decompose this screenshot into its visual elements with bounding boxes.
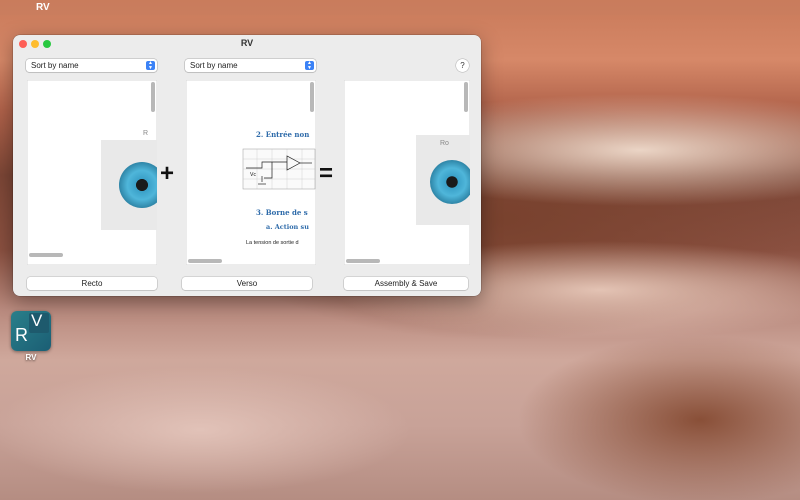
popup-arrows-icon: ▲ ▼ (305, 61, 314, 70)
icon-letter-v: V (31, 311, 43, 330)
recto-horizontal-scrollbar[interactable] (29, 253, 63, 257)
help-button[interactable]: ? (456, 59, 469, 72)
equals-sign: = (319, 160, 334, 187)
recto-sort-label: Sort by name (31, 61, 79, 70)
recto-corner-text: R (143, 130, 149, 137)
icon-letter-r: R (15, 325, 28, 345)
recto-preview[interactable]: R (27, 80, 157, 265)
app-menu[interactable]: RV (36, 2, 50, 13)
eye-icon (430, 160, 470, 204)
verso-horizontal-scrollbar[interactable] (188, 259, 222, 263)
verso-sort-label: Sort by name (190, 61, 238, 70)
plus-sign: + (160, 160, 175, 187)
verso-body-text: La tension de sortie d (246, 240, 299, 246)
desktop-icon-label[interactable]: RV (11, 353, 51, 362)
menu-bar: RV (0, 0, 800, 15)
verso-vertical-scrollbar[interactable] (310, 82, 314, 112)
recto-vertical-scrollbar[interactable] (151, 82, 155, 112)
svg-text:Vc: Vc (250, 172, 256, 178)
assembly-horizontal-scrollbar[interactable] (346, 259, 380, 263)
popup-arrows-icon: ▲ ▼ (146, 61, 155, 70)
rv-window: RV Sort by name ▲ ▼ Sort by name ▲ ▼ ? R +… (13, 35, 481, 296)
verso-sort-popup[interactable]: Sort by name ▲ ▼ (185, 59, 316, 72)
recto-sort-popup[interactable]: Sort by name ▲ ▼ (26, 59, 157, 72)
verso-heading-3: a. Action su (266, 223, 309, 231)
window-title: RV (240, 38, 254, 48)
assembly-save-button[interactable]: Assembly & Save (344, 277, 468, 290)
circuit-diagram-icon: Vc (242, 148, 316, 190)
assembly-vertical-scrollbar[interactable] (464, 82, 468, 112)
assembly-preview[interactable]: Ro (344, 80, 470, 265)
verso-preview[interactable]: 2. Entrée non Vc 3. Borne de s a. Action… (186, 80, 316, 265)
title-bar[interactable]: RV (13, 35, 481, 53)
verso-button[interactable]: Verso (182, 277, 312, 290)
eye-icon (119, 162, 157, 208)
verso-heading-1: 2. Entrée non (256, 130, 310, 139)
recto-button[interactable]: Recto (27, 277, 157, 290)
rv-app-icon[interactable]: V R (11, 311, 51, 351)
assembly-corner-text: Ro (440, 140, 449, 147)
verso-heading-2: 3. Borne de s (256, 208, 308, 217)
